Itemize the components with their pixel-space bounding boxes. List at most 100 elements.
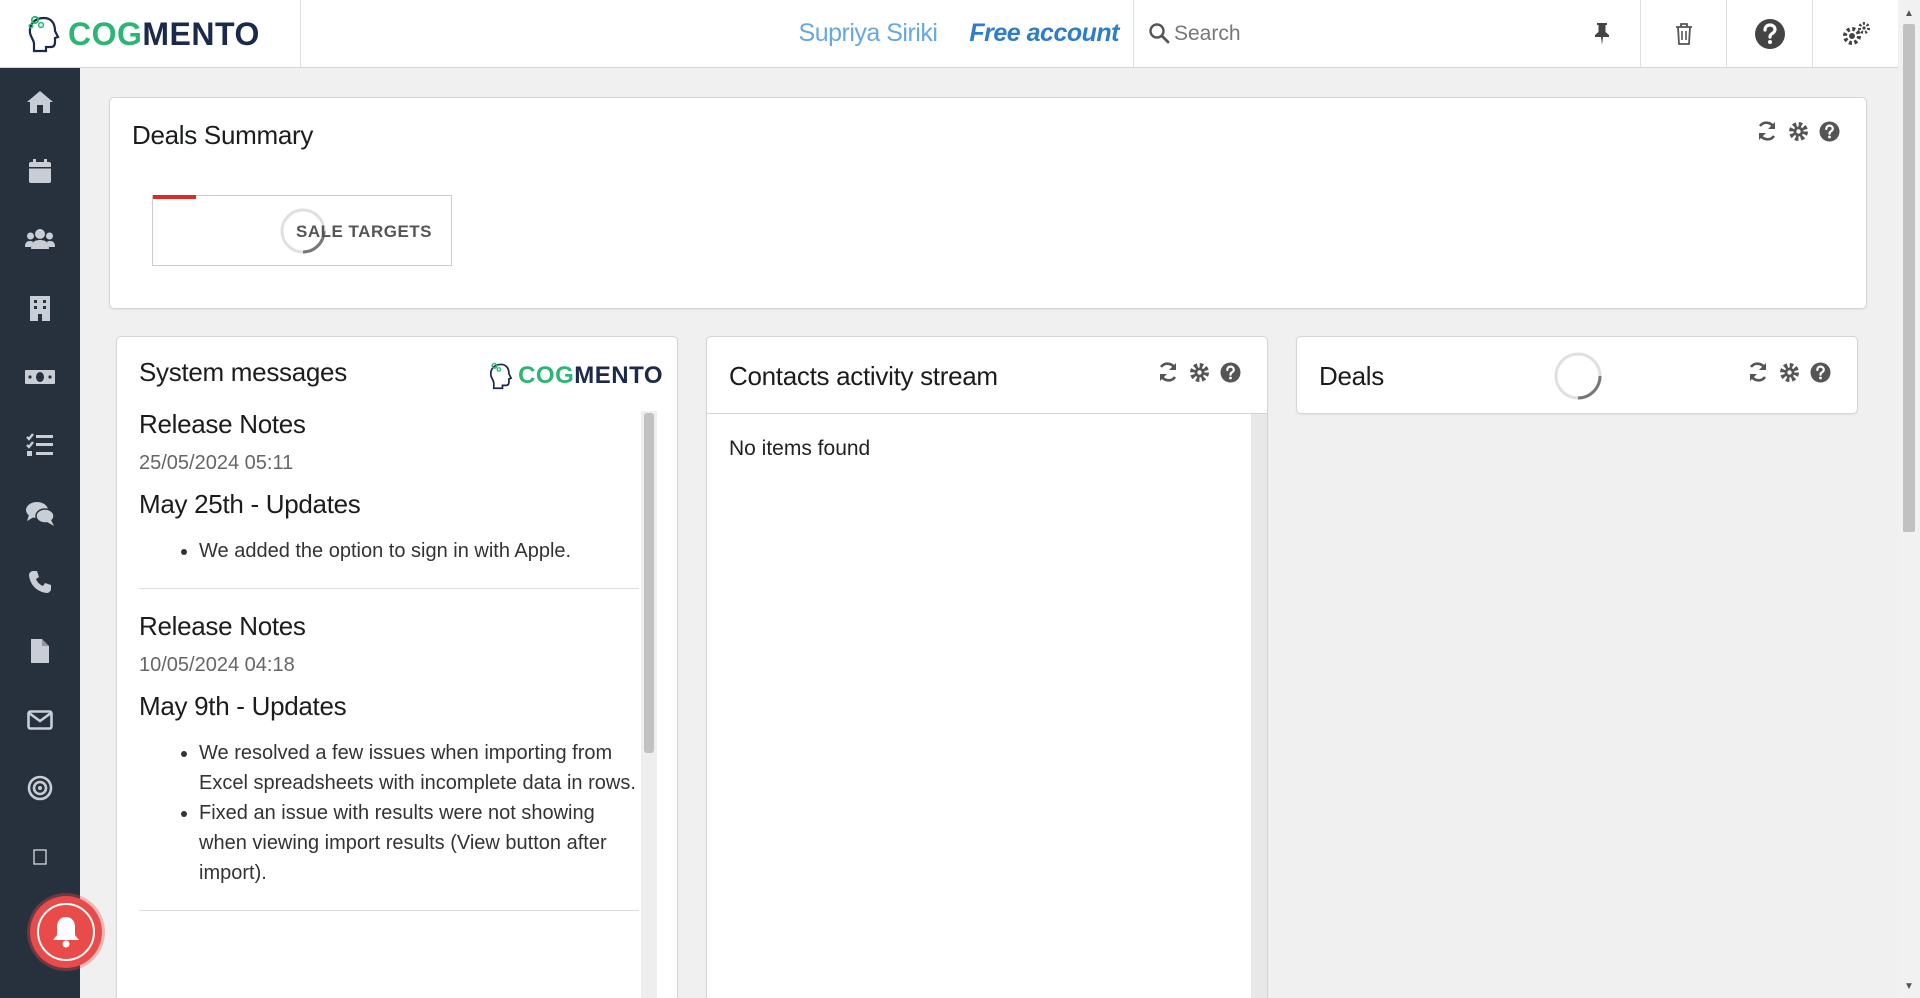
deals-summary-card: Deals Summary SALE TARGETS <box>109 97 1867 309</box>
sidebar-item-calendar[interactable] <box>0 137 80 206</box>
message-item: Release Notes 25/05/2024 05:11 May 25th … <box>139 409 639 589</box>
cases-icon <box>26 501 55 526</box>
sale-targets-accent <box>153 195 196 199</box>
contacts-icon <box>25 229 55 250</box>
logo-text-mento: MENTO <box>574 362 663 389</box>
email-icon <box>27 709 53 730</box>
deals-icon <box>25 369 55 384</box>
help-icon[interactable] <box>1810 362 1831 383</box>
help-button[interactable] <box>1726 0 1812 67</box>
scroll-up-arrow-icon[interactable]: ▲ <box>1904 8 1914 19</box>
sidebar-item-campaigns[interactable] <box>0 754 80 823</box>
deals-title: Deals <box>1319 361 1384 391</box>
sidebar-item-email[interactable] <box>0 685 80 754</box>
trash-button[interactable] <box>1640 0 1726 67</box>
activity-scrollbar[interactable] <box>1251 414 1267 998</box>
sidebar-item-home[interactable] <box>0 68 80 137</box>
contacts-activity-title: Contacts activity stream <box>729 361 998 391</box>
system-messages-title: System messages <box>139 357 347 387</box>
sidebar-item-calls[interactable] <box>0 548 80 617</box>
refresh-icon[interactable] <box>1756 120 1778 142</box>
help-icon[interactable] <box>1819 121 1840 142</box>
message-item: Release Notes 10/05/2024 04:18 May 9th -… <box>139 611 639 911</box>
loading-spinner-icon <box>1554 352 1602 400</box>
refresh-icon[interactable] <box>1747 361 1769 383</box>
sidebar-item-forms[interactable] <box>0 823 80 892</box>
message-bullet: Fixed an issue with results were not sho… <box>199 798 639 888</box>
bell-icon <box>53 917 79 948</box>
documents-icon <box>31 639 49 664</box>
message-date: 10/05/2024 04:18 <box>139 654 295 676</box>
help-icon <box>1754 18 1785 49</box>
refresh-icon[interactable] <box>1157 361 1179 383</box>
system-messages-card: System messages COGMENTO Release Notes 2… <box>116 336 678 998</box>
sidebar-item-contacts[interactable] <box>0 205 80 274</box>
sale-targets-tile[interactable]: SALE TARGETS <box>152 195 452 266</box>
message-bullet: We resolved a few issues when importing … <box>199 738 639 798</box>
empty-state-text: No items found <box>729 437 871 460</box>
gear-icon[interactable] <box>1779 362 1800 383</box>
sidebar-item-companies[interactable] <box>0 274 80 343</box>
settings-icon <box>1842 21 1870 45</box>
contacts-activity-card: Contacts activity stream No items found <box>706 336 1268 998</box>
app-logo[interactable]: COGMENTO <box>0 0 301 68</box>
logo-text: COGMENTO <box>518 362 663 390</box>
logo-text-cog: COG <box>518 362 575 389</box>
messages-scrollbar-thumb[interactable] <box>644 413 654 753</box>
deals-summary-title: Deals Summary <box>132 120 314 150</box>
sidebar-item-cases[interactable] <box>0 480 80 549</box>
search-box[interactable] <box>1133 0 1564 67</box>
message-bullet: We added the option to sign in with Appl… <box>199 536 639 566</box>
notification-bell-button[interactable] <box>30 896 102 968</box>
scroll-down-arrow-icon[interactable]: ▼ <box>1904 981 1914 992</box>
trash-icon <box>1675 22 1692 45</box>
message-bullets: We added the option to sign in with Appl… <box>139 536 639 566</box>
tasks-icon <box>26 433 53 457</box>
deals-summary-tools <box>1756 120 1840 142</box>
account-type-link[interactable]: Free account <box>969 0 1133 67</box>
logo-text-mento: MENTO <box>142 15 260 52</box>
gear-icon[interactable] <box>1189 362 1210 383</box>
notification-bell-ring <box>37 903 95 961</box>
brain-head-icon <box>28 15 60 53</box>
page-scrollbar[interactable]: ▲ ▼ <box>1898 0 1920 998</box>
deals-tools <box>1747 361 1831 383</box>
pin-icon <box>1595 22 1609 45</box>
top-bar: COGMENTO Supriya Siriki Free account <box>0 0 1898 68</box>
page-scrollbar-thumb[interactable] <box>1903 24 1915 532</box>
pin-button[interactable] <box>1564 0 1640 67</box>
calendar-icon <box>29 158 51 183</box>
forms-icon <box>33 849 47 865</box>
deals-card: Deals <box>1296 336 1858 414</box>
sidebar-item-tasks[interactable] <box>0 411 80 480</box>
settings-button[interactable] <box>1812 0 1898 67</box>
calls-icon <box>29 571 51 594</box>
search-input[interactable] <box>1134 0 1564 67</box>
system-messages-brand-logo: COGMENTO <box>488 361 663 391</box>
sidebar-item-deals[interactable] <box>0 342 80 411</box>
sidebar-item-documents[interactable] <box>0 617 80 686</box>
logo-text: COGMENTO <box>68 16 260 53</box>
card-divider <box>707 413 1267 414</box>
help-icon[interactable] <box>1220 362 1241 383</box>
campaigns-icon <box>27 775 53 801</box>
sidebar <box>0 68 80 998</box>
user-name[interactable]: Supriya Siriki <box>799 0 970 67</box>
message-type: Release Notes <box>139 611 306 641</box>
home-icon <box>27 91 53 114</box>
message-headline: May 9th - Updates <box>139 691 347 721</box>
contacts-activity-tools <box>1157 361 1241 383</box>
message-bullets: We resolved a few issues when importing … <box>139 738 639 888</box>
message-date: 25/05/2024 05:11 <box>139 452 294 474</box>
gear-icon[interactable] <box>1788 121 1809 142</box>
message-list: Release Notes 25/05/2024 05:11 May 25th … <box>139 405 639 933</box>
companies-icon <box>30 296 50 322</box>
search-icon <box>1149 23 1170 44</box>
brain-head-icon <box>490 362 513 390</box>
logo-text-cog: COG <box>68 15 143 52</box>
messages-scrollbar[interactable] <box>641 411 657 998</box>
message-type: Release Notes <box>139 409 306 439</box>
message-headline: May 25th - Updates <box>139 489 361 519</box>
sale-targets-label: SALE TARGETS <box>296 222 433 241</box>
